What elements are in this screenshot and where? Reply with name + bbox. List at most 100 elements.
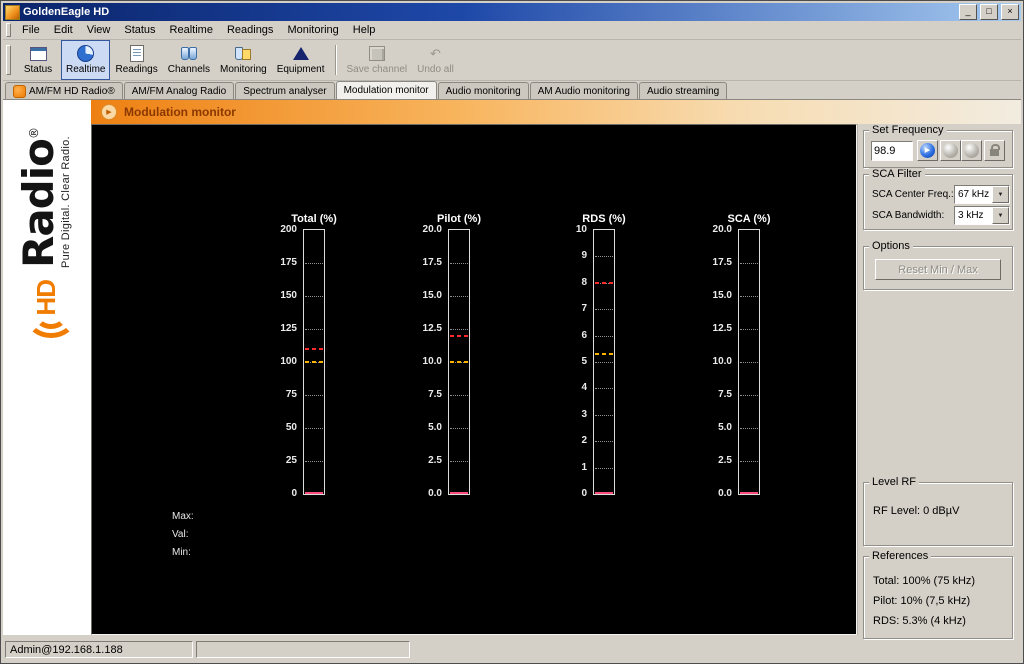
undo-all-icon: ↶ — [430, 45, 441, 62]
meter-tick-line — [305, 461, 323, 462]
meter-tick-label: 7.5 — [428, 389, 442, 400]
menu-help[interactable]: Help — [346, 22, 383, 38]
menu-realtime[interactable]: Realtime — [163, 22, 220, 38]
meter-tick-label: 200 — [280, 224, 297, 235]
menu-monitoring[interactable]: Monitoring — [280, 22, 345, 38]
toolbar-save-channel-button: Save channel — [342, 40, 413, 80]
tab-label: Spectrum analyser — [243, 85, 327, 97]
dropdown-arrow-button[interactable]: ▼ — [992, 186, 1009, 203]
main-column: ▶ Modulation monitor Max: Val: Min: Tota… — [91, 100, 1021, 639]
meter-tick-label: 150 — [280, 290, 297, 301]
meter-tick-label: 2.5 — [428, 455, 442, 466]
menu-grip[interactable] — [6, 23, 11, 37]
tab-am-audio-monitoring[interactable]: AM Audio monitoring — [529, 82, 638, 99]
sca-center-freq-select[interactable]: 67 kHz ▼ — [954, 185, 1010, 204]
menu-file[interactable]: File — [15, 22, 47, 38]
tab-spectrum-analyser[interactable]: Spectrum analyser — [235, 82, 335, 99]
toolbar-readings-button[interactable]: Readings — [110, 40, 162, 80]
menu-readings[interactable]: Readings — [220, 22, 280, 38]
meter-tick-label: 20.0 — [712, 224, 732, 235]
meter-tick-line — [450, 428, 468, 429]
toolbar-realtime-button[interactable]: Realtime — [61, 40, 111, 80]
toolbar-monitoring-button[interactable]: Monitoring — [215, 40, 272, 80]
sca-bandwidth-select[interactable]: 3 kHz ▼ — [954, 206, 1010, 225]
tab-modulation-monitor[interactable]: Modulation monitor — [335, 81, 437, 99]
tab-label: Audio streaming — [646, 85, 720, 97]
tab-am-fm-analog-radio[interactable]: AM/FM Analog Radio — [123, 82, 235, 99]
equipment-icon-shape — [292, 47, 309, 60]
readings-icon — [129, 45, 144, 62]
meter-tick-line — [595, 467, 613, 469]
meter-tick-line — [450, 296, 468, 297]
circle-icon — [964, 143, 979, 158]
menu-view[interactable]: View — [80, 22, 118, 38]
meter-tick-line — [305, 263, 323, 264]
options-group: Options Reset Min / Max — [863, 240, 1013, 290]
tab-audio-streaming[interactable]: Audio streaming — [638, 82, 728, 99]
frequency-input[interactable] — [871, 141, 913, 161]
realtime-icon — [77, 45, 95, 62]
meter-tick-label: 17.5 — [712, 257, 732, 268]
meter-tick-label: 175 — [280, 257, 297, 268]
page-banner: ▶ Modulation monitor — [91, 100, 1021, 124]
sca-filter-group-label: SCA Filter — [869, 168, 925, 180]
sca-bandwidth-label: SCA Bandwidth: — [872, 210, 945, 221]
toolbar-channels-button[interactable]: Channels — [163, 40, 215, 80]
meter-tick-label: 7.5 — [718, 389, 732, 400]
meter-tick-label: 0.0 — [428, 488, 442, 499]
meter-value-bar — [740, 492, 758, 494]
meter-tick-label: 1 — [581, 461, 587, 473]
sca-center-freq-label: SCA Center Freq.: — [872, 189, 954, 200]
meter-tick-label: 100 — [280, 356, 297, 367]
meter-tick-label: 5.0 — [428, 422, 442, 433]
meter-tick-label: 7 — [581, 303, 587, 315]
toolbar-undo-all-button: ↶ Undo all — [412, 40, 459, 80]
close-button[interactable]: × — [1001, 4, 1019, 20]
meter-tick-line — [595, 362, 613, 363]
meter-bar — [448, 229, 470, 495]
toolbar-equipment-button[interactable]: Equipment — [272, 40, 330, 80]
toolbar-grip[interactable] — [6, 45, 11, 75]
meter-4: SCA (%) 0.0 2.5 5.0 7.5 10.0 12.5 15.0 17.5 20.0 — [682, 213, 771, 499]
tabbar: AM/FM HD Radio® AM/FM Analog Radio Spect… — [3, 81, 1021, 100]
banner-arrow-icon: ▶ — [101, 104, 117, 120]
meter-tick-label: 15.0 — [422, 290, 442, 301]
toolbar-separator — [334, 45, 337, 75]
lock-icon — [990, 144, 1000, 156]
tab-am-fm-hd-radio[interactable]: AM/FM HD Radio® — [5, 82, 123, 99]
tune-go-button[interactable]: ▶ — [917, 140, 938, 161]
meter-2: Pilot (%) 0.0 2.5 5.0 7.5 10.0 12.5 15.0 17.5 20.… — [392, 213, 481, 499]
meter-tick-label: 4 — [581, 382, 587, 394]
meter-tick-line — [595, 335, 613, 337]
reset-min-max-button: Reset Min / Max — [875, 259, 1001, 280]
meter-1: Total (%) 0 25 50 75 100 125 150 175 200 — [247, 213, 337, 499]
toolbar-button-label: Equipment — [276, 64, 325, 75]
tab-audio-monitoring[interactable]: Audio monitoring — [437, 82, 529, 99]
meter-tick-label: 9 — [581, 250, 587, 262]
toolbar-status-button[interactable]: Status — [15, 40, 61, 80]
tune-next-button — [961, 140, 982, 161]
hd-logo-text: HD — [31, 280, 61, 316]
menu-status[interactable]: Status — [117, 22, 162, 38]
titlebar[interactable]: GoldenEagle HD _ □ × — [3, 3, 1021, 21]
meter-tick-line — [305, 329, 323, 330]
maximize-button[interactable]: □ — [980, 4, 998, 20]
right-panel: Set Frequency ▶ SCA Filter SCA Center Fr… — [857, 124, 1021, 639]
meter-tick-line — [740, 461, 758, 462]
meter-tick-line — [450, 461, 468, 462]
dropdown-arrow-button[interactable]: ▼ — [992, 207, 1009, 224]
meter-footer-min-label: Min: — [172, 547, 191, 558]
lock-button[interactable] — [984, 140, 1005, 161]
meter-tick-label: 75 — [285, 389, 297, 400]
circle-icon — [943, 143, 958, 158]
meter-bar — [303, 229, 325, 495]
save-channel-icon-shape — [368, 46, 385, 61]
meter-tick-label: 10 — [575, 224, 587, 235]
meter-tick-line — [595, 309, 613, 311]
set-frequency-group: Set Frequency ▶ — [863, 124, 1013, 168]
meter-tick-label: 5 — [581, 356, 587, 367]
minimize-button[interactable]: _ — [959, 4, 977, 20]
tab-label: AM/FM HD Radio® — [29, 85, 115, 97]
menu-edit[interactable]: Edit — [47, 22, 80, 38]
tab-label: AM Audio monitoring — [537, 85, 630, 97]
